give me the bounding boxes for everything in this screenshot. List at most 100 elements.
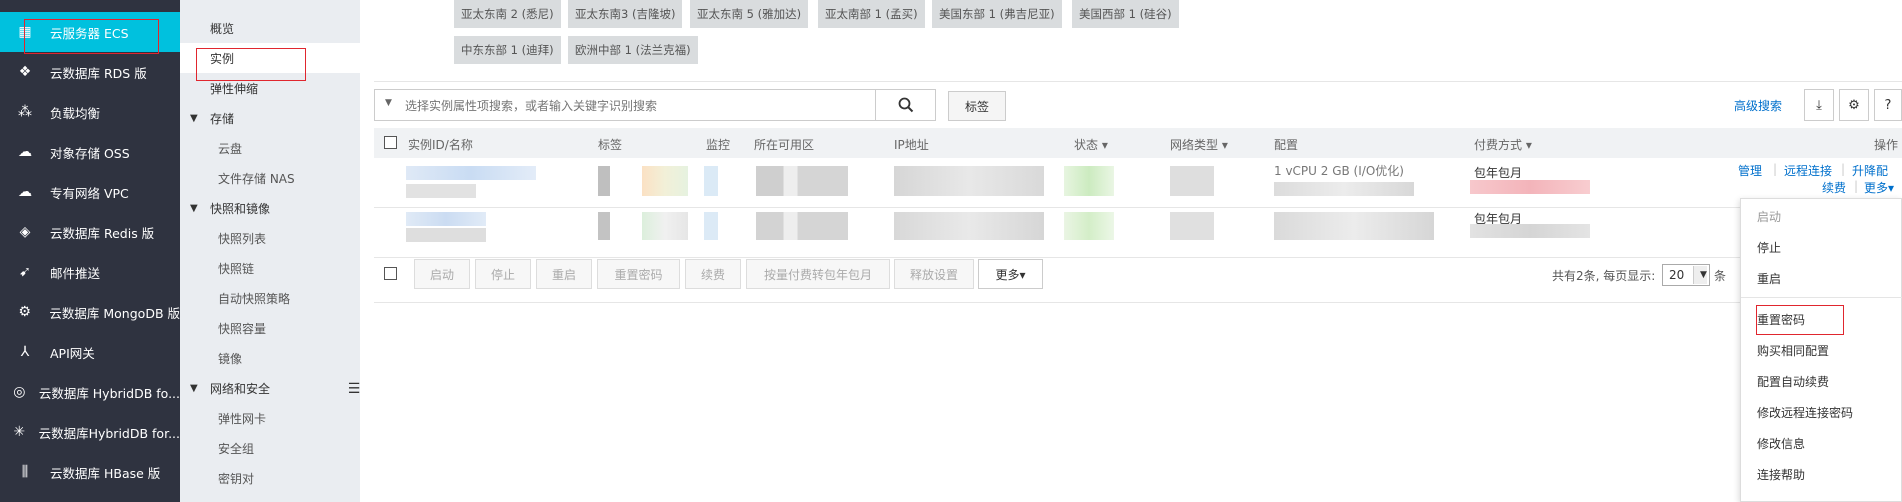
col-header-status[interactable]: 状态 ▾: [1074, 136, 1108, 153]
col-header-label: 网络类型: [1170, 138, 1219, 152]
sub-item-snapshot-list[interactable]: 快照列表: [180, 223, 360, 253]
region-tag[interactable]: 亚太东南 2 (悉尼): [454, 0, 561, 28]
page-size-select[interactable]: 20 ▼: [1662, 264, 1710, 286]
cloud-storage-icon: ☁: [18, 144, 32, 160]
advanced-search-link[interactable]: 高级搜索: [1734, 97, 1782, 114]
sub-item-instances[interactable]: 实例: [180, 43, 360, 73]
export-button[interactable]: ⤓: [1804, 89, 1834, 121]
bulk-release-settings-button[interactable]: 释放设置: [894, 259, 974, 289]
help-icon: ?: [1884, 97, 1892, 113]
menu-item-restart[interactable]: 重启: [1757, 270, 1781, 287]
sub-item-label: 实例: [210, 51, 235, 66]
caret-down-icon: ▾: [1221, 138, 1228, 152]
product-sidebar: ▦ 云服务器 ECS ❖ 云数据库 RDS 版 ⁂ 负载均衡 ☁ 对象存储 OS…: [0, 0, 180, 502]
bulk-reset-password-button[interactable]: 重置密码: [597, 259, 680, 289]
menu-item-stop[interactable]: 停止: [1757, 239, 1781, 256]
nav-item-label: 云服务器 ECS: [50, 25, 129, 41]
menu-item-buy-same-config[interactable]: 购买相同配置: [1757, 342, 1829, 359]
sub-item-key-pair[interactable]: 密钥对: [180, 463, 360, 493]
sub-group-storage[interactable]: ▼ 存储: [180, 103, 360, 133]
menu-item-modify-info[interactable]: 修改信息: [1757, 435, 1805, 452]
sub-item-eni[interactable]: 弹性网卡: [180, 403, 360, 433]
region-tag[interactable]: 亚太南部 1 (孟买): [818, 0, 925, 28]
sub-item-cloud-disk[interactable]: 云盘: [180, 133, 360, 163]
renew-link[interactable]: 续费: [1822, 179, 1846, 196]
more-actions-link[interactable]: 更多▾: [1864, 179, 1894, 196]
dropdown-arrow-icon[interactable]: ▼: [385, 98, 392, 108]
sub-item-snapshot-chain[interactable]: 快照链: [180, 253, 360, 283]
upgrade-link[interactable]: 升降配: [1852, 162, 1888, 179]
bulk-stop-button[interactable]: 停止: [475, 259, 531, 289]
select-all-checkbox[interactable]: [384, 136, 397, 149]
search-button[interactable]: [876, 89, 936, 121]
menu-item-start[interactable]: 启动: [1757, 208, 1781, 225]
menu-collapse-icon[interactable]: ☰: [347, 376, 361, 402]
bulk-more-button[interactable]: 更多▾: [978, 259, 1043, 289]
col-header-network-type[interactable]: 网络类型 ▾: [1170, 136, 1228, 153]
monitor-icon[interactable]: [704, 166, 718, 196]
sub-item-overview[interactable]: 概览: [180, 13, 360, 43]
menu-item-connection-help[interactable]: 连接帮助: [1757, 466, 1805, 483]
nav-item-api-gateway[interactable]: ⅄ API网关: [0, 332, 180, 372]
nav-item-label: API网关: [50, 345, 95, 361]
sub-item-security-group[interactable]: 安全组: [180, 433, 360, 463]
settings-button[interactable]: ⚙: [1839, 89, 1869, 121]
cloud-network-icon: ☁: [18, 184, 32, 200]
nav-item-mongodb[interactable]: ⚙ 云数据库 MongoDB 版: [0, 292, 180, 332]
sub-group-network[interactable]: ▼ 网络和安全: [180, 373, 360, 403]
nav-item-rds[interactable]: ❖ 云数据库 RDS 版: [0, 52, 180, 92]
menu-item-reset-password[interactable]: 重置密码: [1757, 311, 1805, 328]
sub-item-label: 文件存储 NAS: [218, 171, 295, 186]
search-input[interactable]: [405, 96, 865, 116]
help-button[interactable]: ?: [1874, 89, 1902, 121]
region-tag[interactable]: 欧洲中部 1 (法兰克福): [568, 36, 698, 64]
col-header-label: 付费方式: [1474, 138, 1523, 152]
bulk-renew-button[interactable]: 续费: [685, 259, 741, 289]
sub-item-image[interactable]: 镜像: [180, 343, 360, 373]
col-header-zone: 所在可用区: [754, 138, 815, 152]
pager-unit: 条: [1714, 269, 1727, 283]
nav-item-hybriddb-cluster[interactable]: ✳ 云数据库HybridDB for...: [0, 412, 180, 452]
sub-item-auto-snapshot[interactable]: 自动快照策略: [180, 283, 360, 313]
redacted-instance-id: [406, 212, 486, 226]
region-tag[interactable]: 中东东部 1 (迪拜): [454, 36, 561, 64]
region-tag[interactable]: 亚太东南3 (吉隆坡): [568, 0, 683, 28]
sub-item-nas[interactable]: 文件存储 NAS: [180, 163, 360, 193]
nav-item-label: 负载均衡: [50, 105, 101, 121]
region-tag[interactable]: 亚太东南 5 (雅加达): [690, 0, 809, 28]
bulk-restart-button[interactable]: 重启: [536, 259, 592, 289]
tag-filter-button[interactable]: 标签: [948, 91, 1006, 121]
sub-item-label: 弹性网卡: [218, 411, 267, 426]
nav-item-label: 云数据库HybridDB for...: [38, 425, 180, 441]
nav-item-slb[interactable]: ⁂ 负载均衡: [0, 92, 180, 132]
col-header-label: 状态: [1074, 138, 1099, 152]
sub-item-snapshot-capacity[interactable]: 快照容量: [180, 313, 360, 343]
remote-connect-link[interactable]: 远程连接: [1784, 162, 1832, 179]
col-header-monitor: 监控: [706, 138, 731, 152]
region-tag[interactable]: 美国西部 1 (硅谷): [1072, 0, 1179, 28]
select-all-checkbox-footer[interactable]: [384, 267, 397, 280]
region-tag[interactable]: 美国东部 1 (弗吉尼亚): [932, 0, 1062, 28]
bulk-start-button[interactable]: 启动: [414, 259, 470, 289]
search-icon: [898, 97, 913, 113]
bulk-convert-billing-button[interactable]: 按量付费转包年包月: [746, 259, 890, 289]
nav-item-ecs[interactable]: ▦ 云服务器 ECS: [0, 12, 180, 52]
sub-group-snapshot[interactable]: ▼ 快照和镜像: [180, 193, 360, 223]
nav-item-hybriddb[interactable]: ◎ 云数据库 HybridDB fo...: [0, 372, 180, 412]
manage-link[interactable]: 管理: [1738, 162, 1762, 179]
menu-item-change-remote-password[interactable]: 修改远程连接密码: [1757, 404, 1853, 421]
redacted-ip: [894, 212, 1044, 240]
nav-item-oss[interactable]: ☁ 对象存储 OSS: [0, 132, 180, 172]
nav-item-redis[interactable]: ◈ 云数据库 Redis 版: [0, 212, 180, 252]
nav-item-label: 云数据库 Redis 版: [50, 225, 155, 241]
redacted-tag: [598, 166, 610, 196]
monitor-icon[interactable]: [704, 212, 718, 240]
nav-item-mail[interactable]: ➹ 邮件推送: [0, 252, 180, 292]
nav-item-vpc[interactable]: ☁ 专有网络 VPC: [0, 172, 180, 212]
sub-item-elastic-scaling[interactable]: 弹性伸缩: [180, 73, 360, 103]
nav-item-hbase[interactable]: ⫼ 云数据库 HBase 版: [0, 452, 180, 492]
pager-summary: 共有2条, 每页显示:: [1552, 269, 1656, 283]
nav-item-label: 云数据库 HybridDB fo...: [38, 385, 180, 401]
col-header-billing[interactable]: 付费方式 ▾: [1474, 136, 1532, 153]
menu-item-auto-renew[interactable]: 配置自动续费: [1757, 373, 1829, 390]
